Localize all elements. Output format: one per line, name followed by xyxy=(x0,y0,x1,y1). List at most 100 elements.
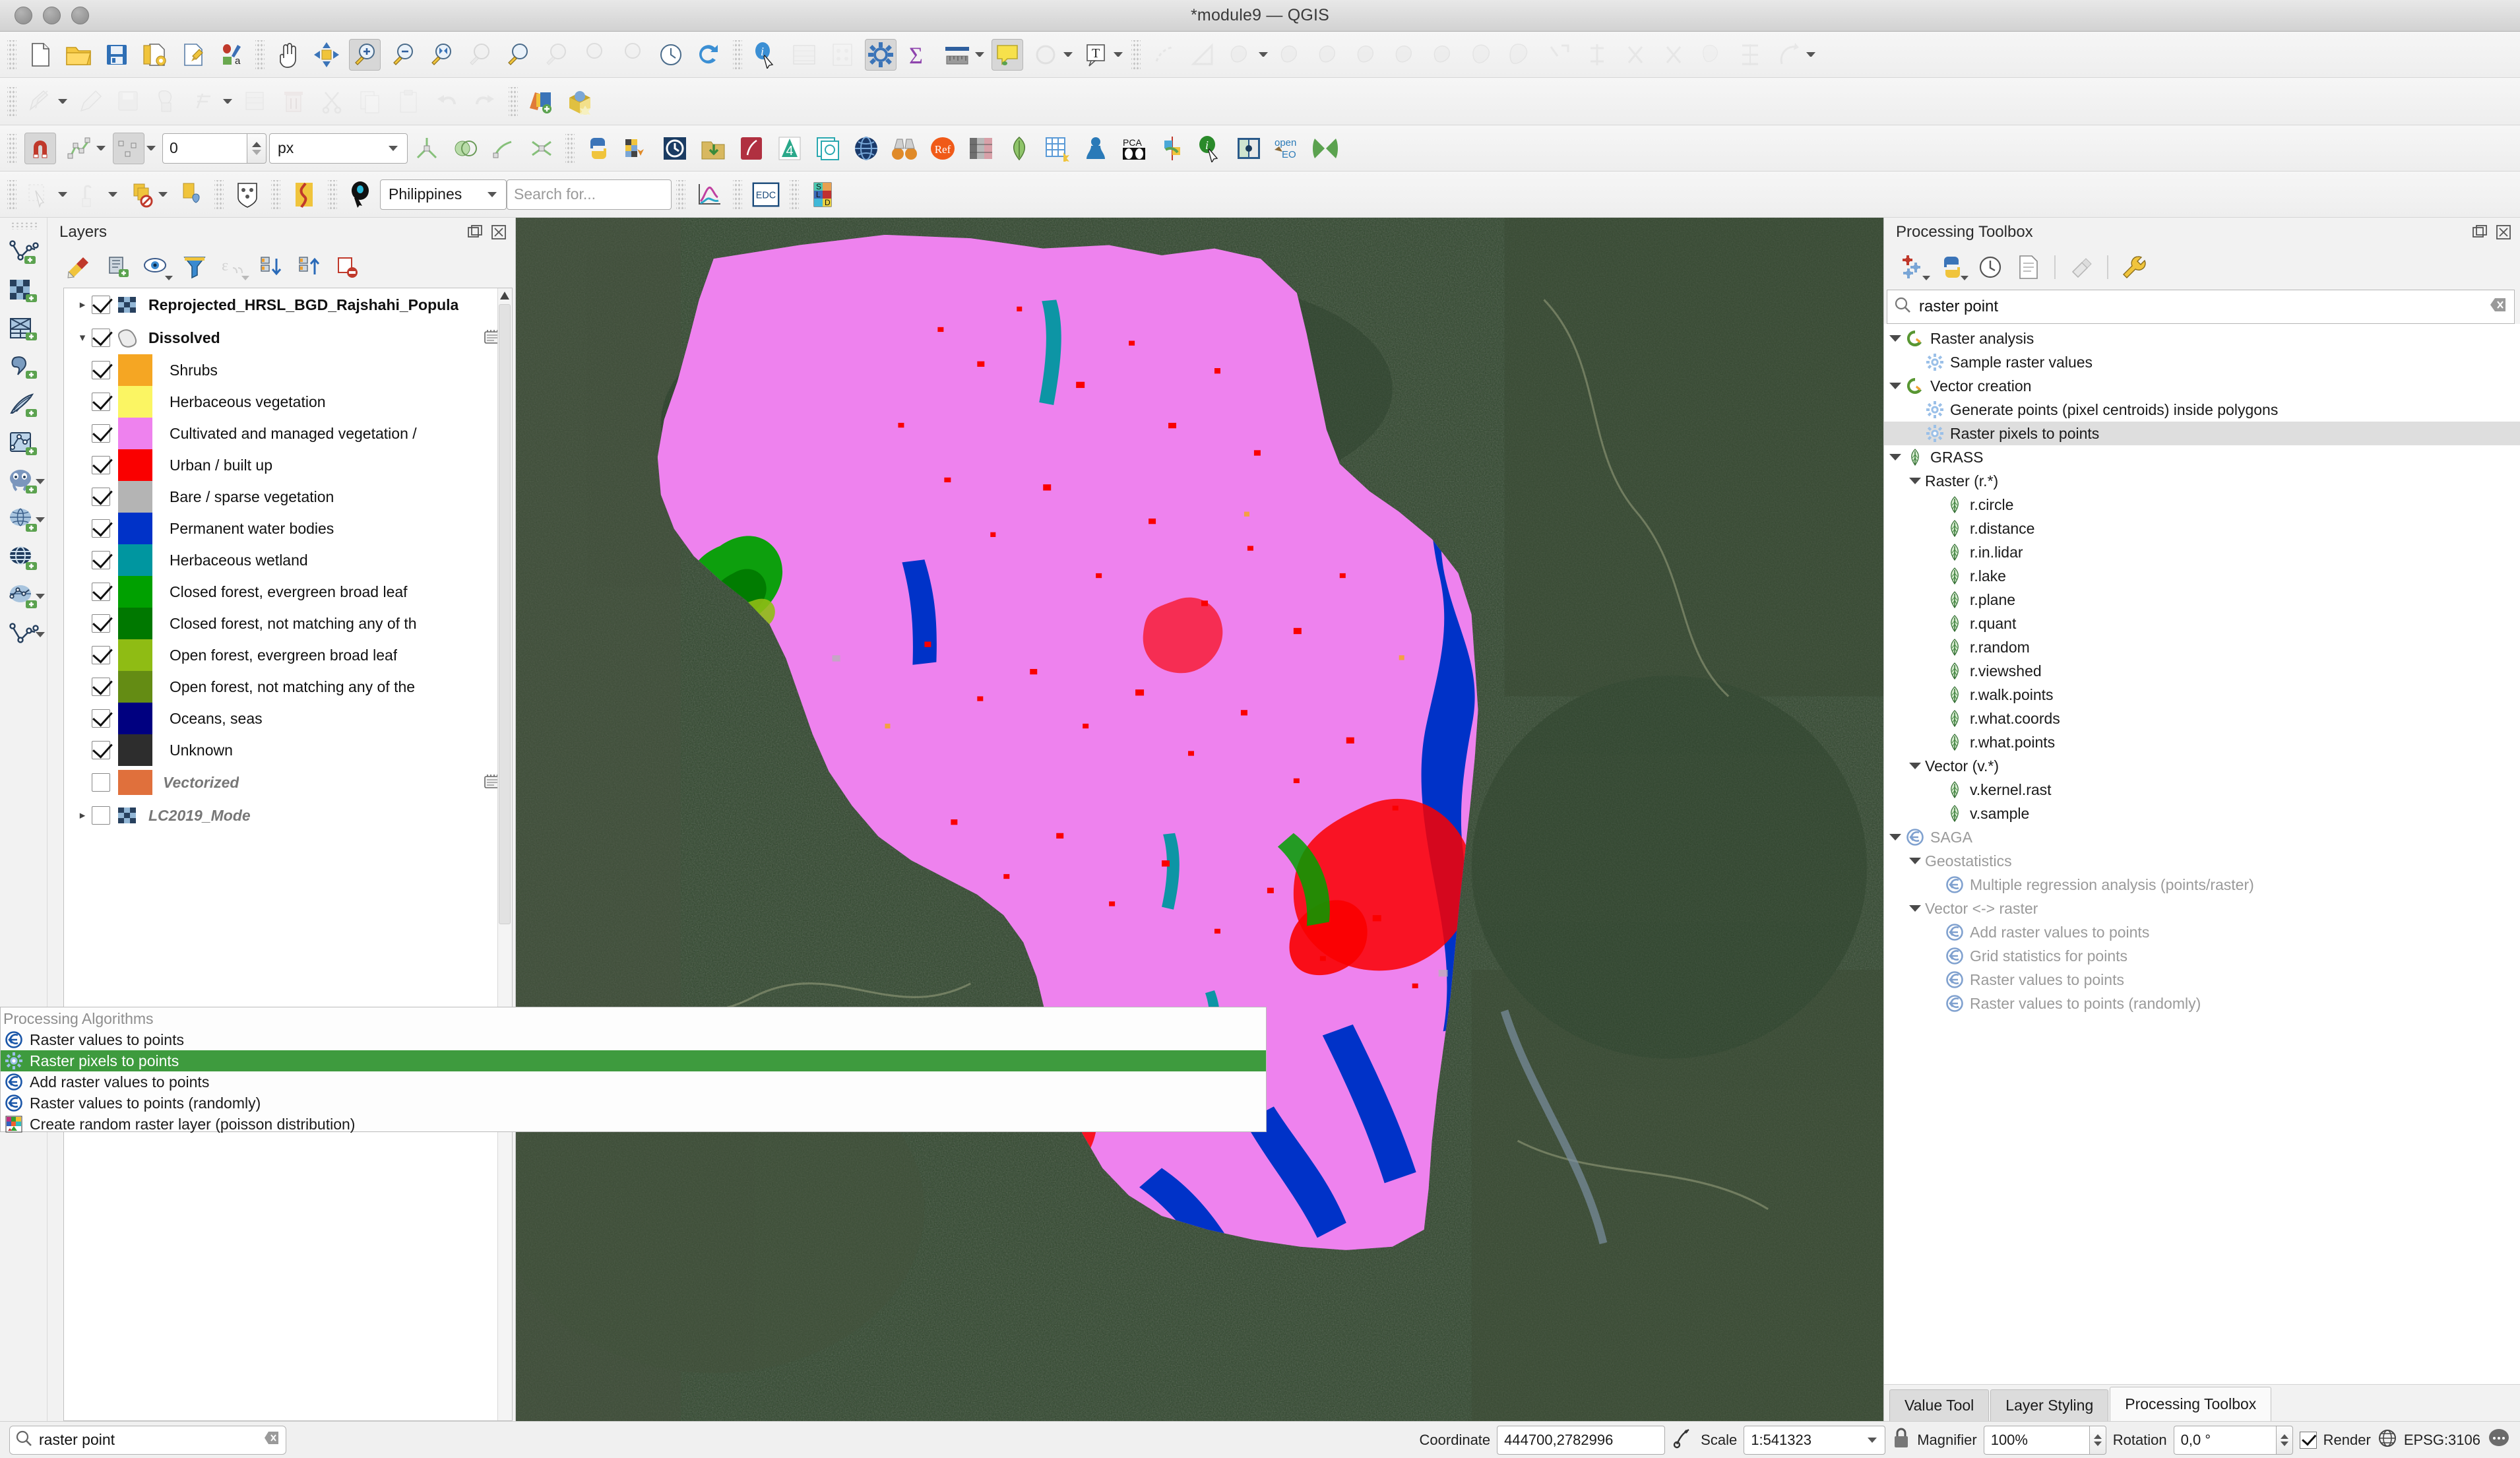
processing-toolbox-icon[interactable] xyxy=(865,38,897,71)
edc-browser-icon[interactable]: EDC xyxy=(750,179,782,210)
pan-to-selection-icon[interactable] xyxy=(311,39,342,71)
algorithm-group-row[interactable]: GRASS xyxy=(1884,445,2520,469)
snapping-type-caret-icon[interactable] xyxy=(146,146,156,150)
chevron-down-icon[interactable] xyxy=(1922,276,1930,280)
delete-selected-icon[interactable] xyxy=(278,86,309,117)
layer-visibility-checkbox[interactable] xyxy=(92,551,110,569)
collapse-arrow-icon[interactable] xyxy=(1909,858,1921,864)
algorithm-row[interactable]: r.in.lidar xyxy=(1884,540,2520,564)
add-vector-tile-layer-icon[interactable] xyxy=(4,425,44,463)
add-delimited-text-layer-icon[interactable] xyxy=(4,348,44,387)
algorithm-row[interactable]: r.quant xyxy=(1884,612,2520,635)
toggle-editing-icon[interactable] xyxy=(75,86,106,117)
toolbar-grip[interactable] xyxy=(1131,40,1141,69)
new-project-icon[interactable] xyxy=(24,39,56,71)
chevron-down-icon[interactable] xyxy=(241,275,249,280)
legend-symbol-row[interactable]: Bare / sparse vegetation xyxy=(64,481,512,513)
open-attribute-table-icon[interactable] xyxy=(788,39,820,71)
layers-scrollbar[interactable] xyxy=(497,288,512,1420)
country-highlight-icon[interactable] xyxy=(288,179,320,210)
magnifier-stepper[interactable]: 100% xyxy=(1983,1425,2106,1455)
map-canvas[interactable] xyxy=(516,218,1883,1421)
snapping-tolerance-input[interactable]: 0 xyxy=(162,133,247,164)
magnifier-value[interactable]: 100% xyxy=(1983,1425,2089,1455)
layer-visibility-checkbox[interactable] xyxy=(92,424,110,443)
snapping-type-icon[interactable] xyxy=(113,132,144,164)
toolbar-grip[interactable] xyxy=(7,179,16,209)
toolbar-grip[interactable] xyxy=(10,222,37,230)
measure-bearing-icon[interactable] xyxy=(75,179,106,210)
toolbar-grip[interactable] xyxy=(565,133,575,163)
modify-menu-caret-icon[interactable] xyxy=(1259,52,1268,57)
compare-layers-icon[interactable] xyxy=(1233,133,1265,164)
algorithm-group-row[interactable]: Vector (v.*) xyxy=(1884,754,2520,778)
layer-visibility-checkbox[interactable] xyxy=(92,806,110,825)
collapse-arrow-icon[interactable] xyxy=(1889,454,1901,460)
modify-attributes-of-features-icon[interactable] xyxy=(239,86,271,117)
snapping-magnet-icon[interactable] xyxy=(24,132,56,164)
vertex-tool-icon[interactable] xyxy=(1149,39,1180,71)
add-spatialite-layer-icon[interactable] xyxy=(4,387,44,425)
chevron-down-icon[interactable] xyxy=(35,517,45,523)
layers-tree[interactable]: ▸ Reprojected_HRSL_BGD_Rajshahi_Popula ▾ Di… xyxy=(63,288,513,1421)
processing-algorithms-popup[interactable]: Processing Algorithms Raster values to p… xyxy=(0,1007,1267,1133)
algorithm-row[interactable]: Raster values to points xyxy=(1884,968,2520,992)
select-radius-icon[interactable] xyxy=(1428,39,1460,71)
layer-tree-row[interactable]: Vectorized xyxy=(64,766,512,799)
butterfly-icon[interactable] xyxy=(1309,133,1341,164)
digitize-with-segment-icon[interactable] xyxy=(189,86,221,117)
ref-functions-icon[interactable]: Ref xyxy=(927,133,959,164)
measure-line-icon[interactable] xyxy=(941,39,973,71)
toolbar-grip[interactable] xyxy=(676,179,685,209)
new-print-layout-icon[interactable] xyxy=(139,39,171,71)
field-calculator-icon[interactable] xyxy=(827,39,858,71)
processing-algorithm-result[interactable]: Raster pixels to points xyxy=(1,1050,1266,1071)
time-manager-icon[interactable] xyxy=(659,133,691,164)
identify-features-icon[interactable]: i xyxy=(750,39,782,71)
openeo-icon[interactable]: open EO xyxy=(1271,133,1303,164)
legend-symbol-row[interactable]: Oceans, seas xyxy=(64,703,512,734)
legend-symbol-row[interactable]: Open forest, evergreen broad leaf xyxy=(64,639,512,671)
algorithm-group-row[interactable]: Vector <-> raster xyxy=(1884,897,2520,920)
annotation-menu-caret-icon[interactable] xyxy=(1114,52,1123,57)
zoom-native-icon[interactable] xyxy=(540,39,572,71)
legend-symbol-row[interactable]: Shrubs xyxy=(64,354,512,386)
style-manager-icon[interactable]: a xyxy=(216,39,247,71)
copy-features-icon[interactable] xyxy=(354,86,386,117)
select-polygon-icon[interactable] xyxy=(1352,39,1383,71)
algorithm-group-row[interactable]: Raster analysis xyxy=(1884,327,2520,350)
layer-visibility-checkbox[interactable] xyxy=(92,361,110,379)
tab-value-tool[interactable]: Value Tool xyxy=(1889,1389,1990,1421)
rotate-point-symbols-icon[interactable] xyxy=(1734,39,1766,71)
digitize-menu-caret-icon[interactable] xyxy=(223,99,232,104)
select-value-icon[interactable] xyxy=(24,179,56,210)
processing-algorithm-tree[interactable]: Raster analysis Sample raster values Vecto… xyxy=(1884,324,2520,1384)
toolbar-grip[interactable] xyxy=(733,40,742,69)
python-console-icon[interactable] xyxy=(583,133,614,164)
algorithm-row[interactable]: Sample raster values xyxy=(1884,350,2520,374)
layer-visibility-checkbox[interactable] xyxy=(92,329,110,347)
rotation-stepper[interactable]: 0,0 ° xyxy=(2173,1425,2293,1455)
current-edits-icon[interactable] xyxy=(24,86,56,117)
coordinate-capture-icon[interactable] xyxy=(1672,1427,1694,1453)
processing-algorithm-result[interactable]: Raster values to points (randomly) xyxy=(1,1093,1266,1114)
nominatim-search-icon[interactable] xyxy=(345,179,377,210)
layer-visibility-checkbox[interactable] xyxy=(92,296,110,314)
open-layer-styling-icon[interactable] xyxy=(62,250,98,284)
toolbar-grip[interactable] xyxy=(7,40,16,69)
legend-symbol-row[interactable]: Unknown xyxy=(64,734,512,766)
algorithm-row[interactable]: r.random xyxy=(1884,635,2520,659)
copy-style-caret-icon[interactable] xyxy=(158,192,168,197)
algorithm-row[interactable]: r.circle xyxy=(1884,493,2520,517)
tab-processing-toolbox[interactable]: Processing Toolbox xyxy=(2110,1387,2272,1421)
undo-icon[interactable] xyxy=(431,86,462,117)
chevron-down-icon[interactable] xyxy=(165,275,173,280)
add-raster-layer-icon[interactable] xyxy=(4,272,44,310)
algorithm-row[interactable]: Raster values to points (randomly) xyxy=(1884,992,2520,1015)
legend-symbol-row[interactable]: Closed forest, not matching any of th xyxy=(64,608,512,639)
rotate-menu-caret-icon[interactable] xyxy=(1806,52,1815,57)
freehand-raster-icon[interactable] xyxy=(736,133,767,164)
add-mesh-layer-icon[interactable] xyxy=(4,310,44,348)
processing-search-box[interactable]: raster point xyxy=(1887,290,2515,324)
snapping-mode-caret-icon[interactable] xyxy=(96,146,106,150)
